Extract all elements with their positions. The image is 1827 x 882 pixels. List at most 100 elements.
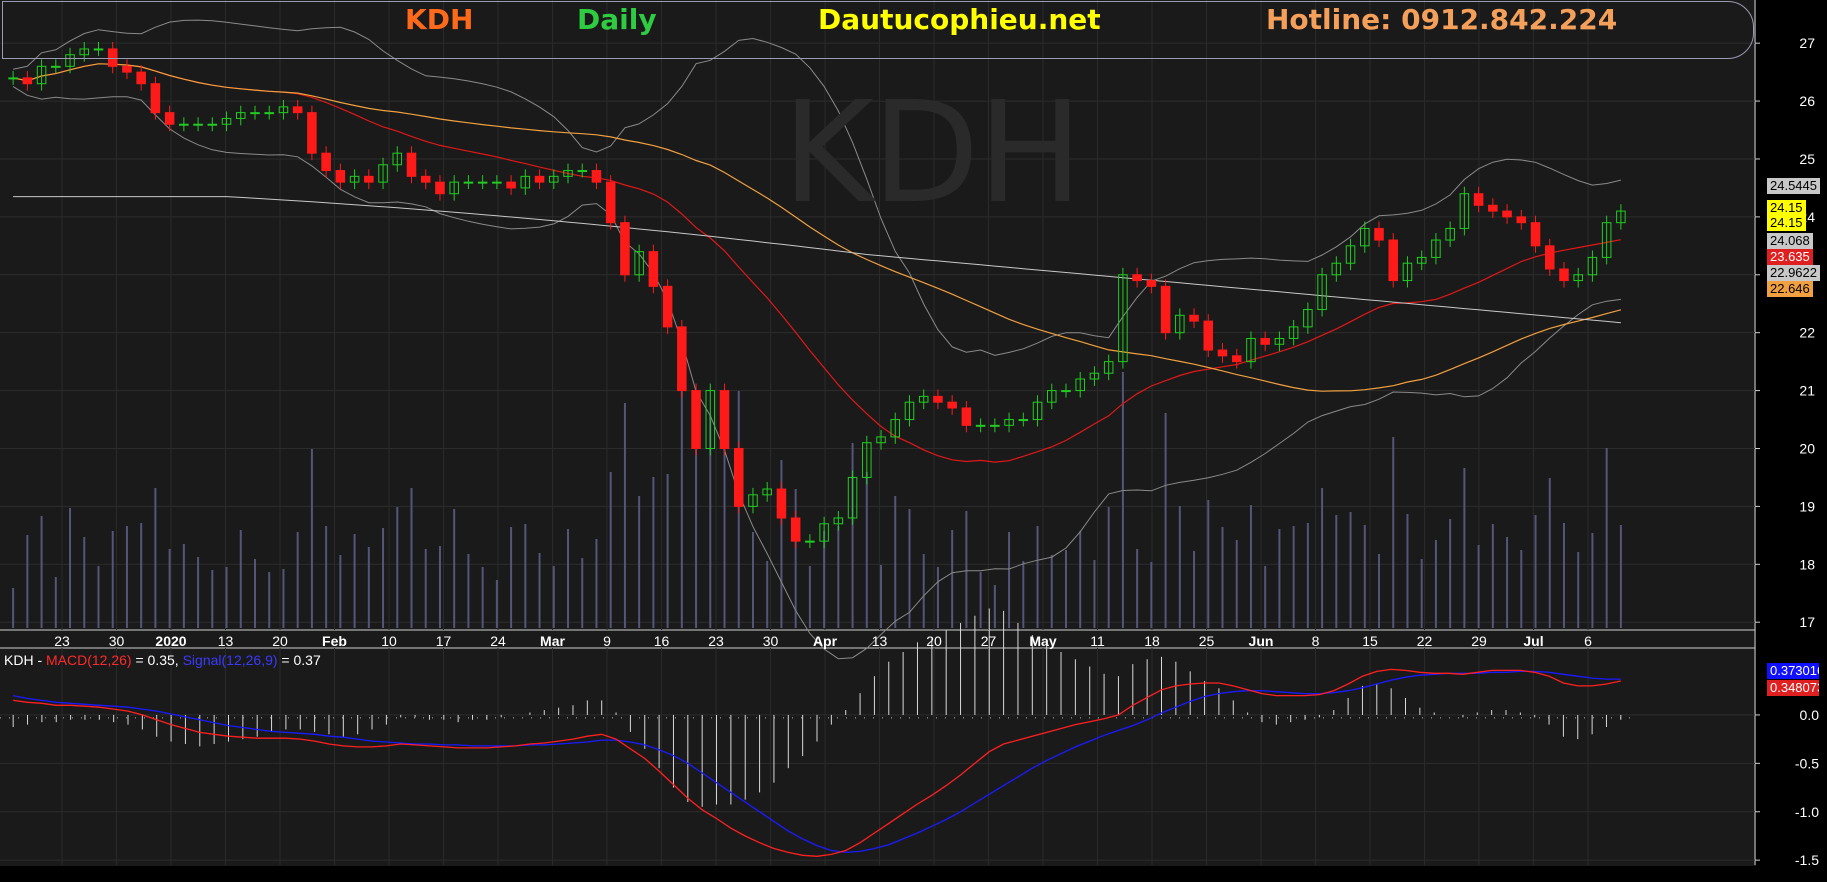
candle-body (250, 112, 260, 115)
bottom-strip (0, 866, 1827, 882)
time-tick-label: Jun (1249, 633, 1274, 649)
time-tick-label: 25 (1199, 633, 1215, 649)
price-tag: 22.9622 (1767, 265, 1820, 281)
time-tick-label: 23 (54, 633, 70, 649)
macd-legend-signal: Signal(12,26,9) (182, 652, 278, 668)
candle-body (790, 517, 801, 542)
time-tick-label: 11 (1090, 633, 1105, 649)
candle-body (164, 112, 175, 125)
candle-body (477, 181, 488, 184)
time-tick-label: Jul (1523, 633, 1543, 649)
header-site: Dautucophieu.net (818, 3, 1101, 36)
header-period: Daily (577, 3, 657, 36)
price-tick-label: 27 (1799, 35, 1815, 51)
candle-body (420, 175, 431, 183)
candle-body (292, 106, 303, 114)
candle-body (691, 390, 701, 449)
candle-body (364, 175, 374, 183)
candle-body (193, 123, 203, 126)
macd-tick-label: -1.0 (1795, 804, 1819, 820)
candle-body (620, 222, 630, 276)
candle-body (122, 65, 132, 73)
macd-tick-label: -0.5 (1795, 755, 1819, 771)
macd-legend-prefix: KDH - (4, 652, 46, 668)
price-tag: 22.646 (1767, 281, 1813, 297)
macd-legend-signal-value: = 0.37 (277, 652, 321, 668)
price-tick-label: 18 (1799, 556, 1815, 572)
candle-body (805, 540, 815, 543)
price-tick-label: 25 (1799, 151, 1815, 167)
time-tick-label: 13 (218, 633, 234, 649)
symbol-watermark: KDH (782, 72, 1083, 235)
macd-tick-label: 0.0 (1800, 707, 1820, 723)
candle-body (492, 181, 502, 184)
candle-body (947, 401, 957, 409)
price-tick-label: 19 (1799, 498, 1815, 514)
time-tick-label: 9 (603, 633, 611, 649)
time-tick-label: 6 (1584, 633, 1592, 649)
candle-body (990, 424, 1000, 427)
candle-body (961, 407, 972, 426)
time-tick-label: 30 (109, 633, 125, 649)
candle-body (136, 71, 146, 85)
candle-body (648, 251, 659, 287)
price-tag: 24.15 (1767, 200, 1806, 216)
header-hotline: Hotline: 0912.842.224 (1266, 3, 1618, 36)
price-tick-label: 26 (1799, 93, 1815, 109)
time-tick-label: 10 (381, 633, 397, 649)
candle-body (677, 326, 687, 392)
candle-body (1189, 314, 1199, 322)
time-tick-label: 20 (926, 633, 942, 649)
price-tick-label: 17 (1799, 614, 1815, 630)
candle-body (1132, 274, 1142, 282)
candle-body (1374, 227, 1384, 241)
candle-body (1231, 355, 1242, 363)
candle-body (406, 152, 417, 177)
time-tick-label: 30 (763, 633, 779, 649)
candle-body (1061, 390, 1071, 393)
macd-tick-label: -1.5 (1795, 852, 1819, 868)
right-axis-bg (1756, 0, 1827, 866)
price-tag: 24.15 (1767, 215, 1806, 231)
candle-body (321, 152, 331, 172)
candle-body (733, 447, 744, 507)
candle-body (179, 123, 189, 126)
candle-body (22, 77, 33, 85)
time-tick-label: Apr (813, 633, 838, 649)
price-tick-label: 22 (1799, 325, 1815, 341)
candle-body (8, 77, 18, 80)
candle-body (1018, 419, 1029, 422)
time-tick-label: 13 (872, 633, 888, 649)
time-tick-label: 23 (708, 633, 724, 649)
time-tick-label: 20 (272, 633, 288, 649)
candle-body (1217, 349, 1228, 357)
time-tick-label: 2020 (155, 633, 186, 649)
candle-body (591, 170, 602, 183)
candle-body (975, 424, 986, 427)
candle-body (933, 395, 943, 403)
candle-body (307, 112, 317, 154)
candle-body (577, 170, 588, 173)
candle-body (207, 123, 218, 126)
candle-body (1530, 222, 1541, 247)
candle-body (335, 170, 346, 183)
candle-body (150, 83, 161, 114)
time-tick-label: 16 (654, 633, 670, 649)
candle-body (662, 285, 673, 328)
macd-legend: KDH - MACD(12,26) = 0.35, Signal(12,26,9… (4, 652, 321, 668)
candle-body (1559, 268, 1569, 282)
macd-tag: 0.373016 (1767, 663, 1819, 679)
time-tick-label: 27 (981, 633, 997, 649)
time-tick-label: May (1029, 633, 1056, 649)
candle-body (51, 65, 61, 68)
price-tag: 24.068 (1767, 233, 1813, 249)
time-tick-label: 29 (1471, 633, 1487, 649)
candle-body (605, 181, 616, 224)
candle-body (1488, 204, 1498, 212)
candle-body (1388, 239, 1399, 282)
candle-body (1203, 320, 1214, 351)
macd-legend-macd: MACD(12,26) (46, 652, 132, 668)
candle-body (1516, 216, 1527, 224)
candle-body (1544, 245, 1555, 270)
candle-body (1473, 193, 1484, 206)
